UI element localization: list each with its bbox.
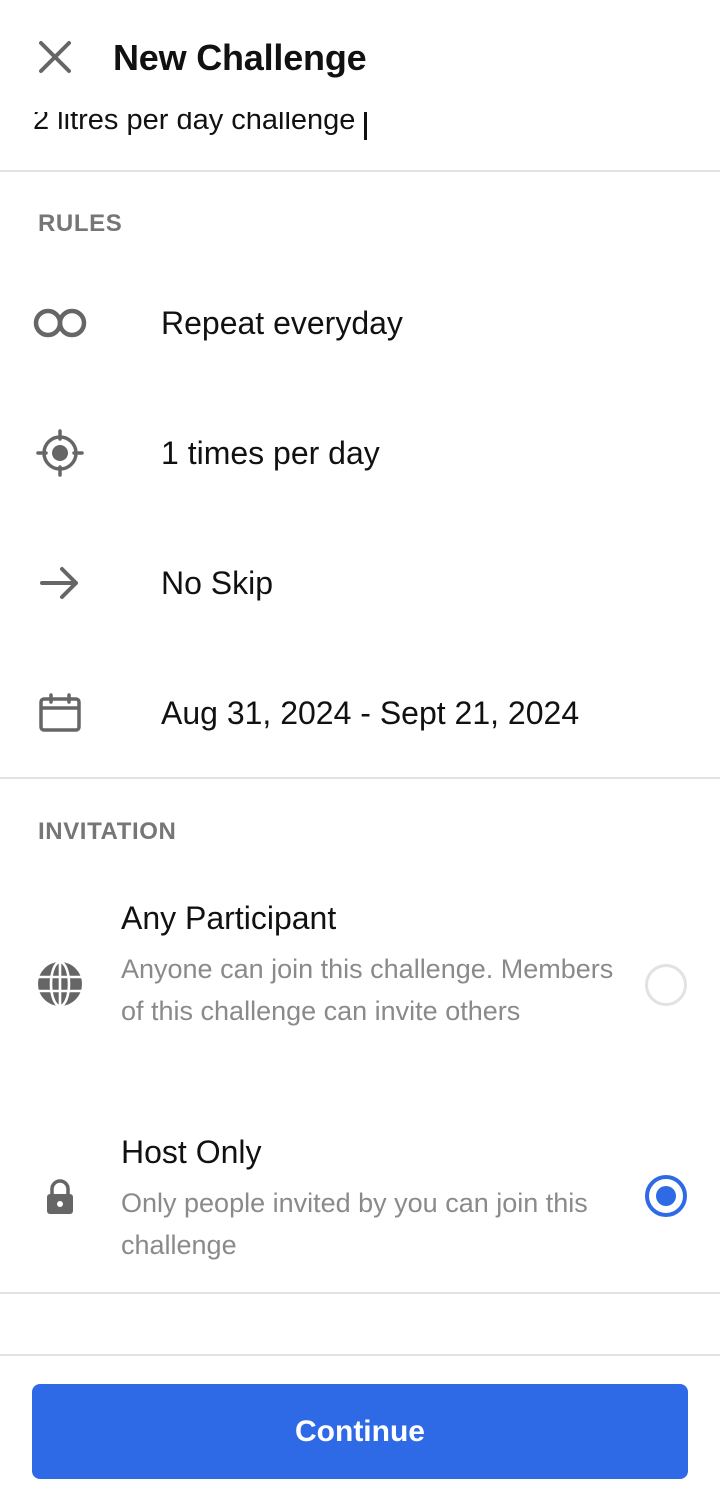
- globe-icon: [30, 954, 90, 1014]
- rule-skip-label: No Skip: [161, 565, 274, 601]
- section-divider: [0, 777, 720, 779]
- close-icon[interactable]: [37, 39, 73, 75]
- any-participant-radio[interactable]: [645, 964, 687, 1006]
- any-participant-title: Any Participant: [121, 900, 337, 936]
- footer-divider: [0, 1354, 720, 1356]
- close-button[interactable]: [32, 34, 78, 80]
- invitation-option-host-only[interactable]: Host Only Only people invited by you can…: [0, 1125, 720, 1275]
- arrow-right-icon: [30, 558, 90, 608]
- text-caret: [364, 110, 368, 140]
- rule-frequency-label: 1 times per day: [161, 435, 380, 471]
- rules-section-label: RULES: [38, 210, 123, 237]
- continue-button[interactable]: Continue: [32, 1384, 688, 1479]
- host-only-radio[interactable]: [645, 1175, 687, 1217]
- invitation-option-any-participant[interactable]: Any Participant Anyone can join this cha…: [0, 890, 720, 1090]
- host-only-title: Host Only: [121, 1134, 262, 1170]
- any-participant-description: Anyone can join this challenge. Members …: [121, 954, 614, 1026]
- rule-dates[interactable]: Aug 31, 2024 - Sept 21, 2024: [0, 663, 720, 763]
- rule-repeat[interactable]: Repeat everyday: [0, 273, 720, 373]
- page-title: New Challenge: [113, 37, 367, 78]
- rule-dates-label: Aug 31, 2024 - Sept 21, 2024: [161, 695, 580, 731]
- rule-repeat-label: Repeat everyday: [161, 305, 403, 341]
- calendar-icon: [30, 688, 90, 738]
- host-only-description: Only people invited by you can join this…: [121, 1188, 588, 1260]
- lock-icon: [30, 1167, 90, 1227]
- section-divider: [0, 1292, 720, 1294]
- rule-skip[interactable]: No Skip: [0, 533, 720, 633]
- header: New Challenge: [0, 0, 720, 112]
- rule-frequency[interactable]: 1 times per day: [0, 403, 720, 503]
- target-icon: [30, 428, 90, 478]
- infinity-icon: [30, 298, 90, 348]
- invitation-section-label: INVITATION: [38, 818, 177, 845]
